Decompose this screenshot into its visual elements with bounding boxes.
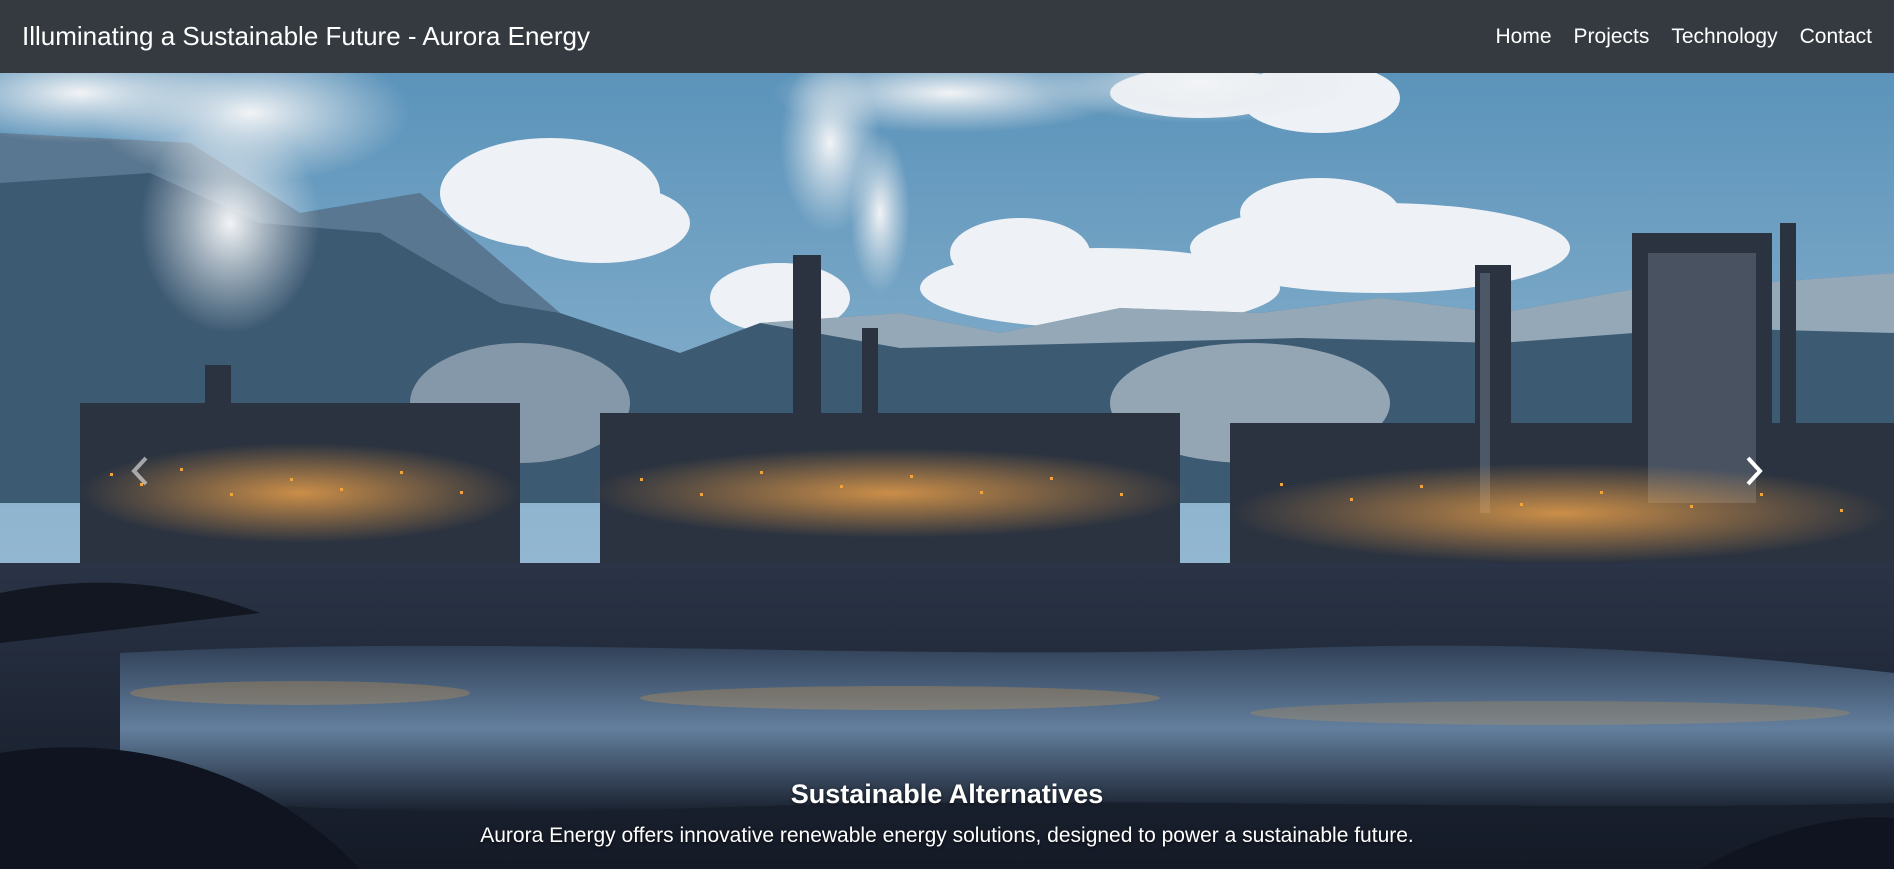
- chevron-left-icon: [131, 456, 148, 486]
- carousel-prev-button[interactable]: [0, 73, 280, 869]
- carousel-next-button[interactable]: [1614, 73, 1894, 869]
- chevron-right-icon: [1746, 456, 1763, 486]
- caption-text: Aurora Energy offers innovative renewabl…: [480, 824, 1414, 847]
- nav-link-technology[interactable]: Technology: [1671, 25, 1777, 49]
- carousel-caption: Sustainable Alternatives Aurora Energy o…: [0, 779, 1894, 848]
- nav-link-home[interactable]: Home: [1495, 25, 1551, 49]
- hero-image: [0, 73, 1894, 869]
- nav-links: Home Projects Technology Contact: [1495, 25, 1872, 49]
- nav-link-contact[interactable]: Contact: [1800, 25, 1872, 49]
- nav-link-projects[interactable]: Projects: [1574, 25, 1650, 49]
- caption-title: Sustainable Alternatives: [790, 779, 1104, 809]
- brand-title[interactable]: Illuminating a Sustainable Future - Auro…: [22, 21, 590, 52]
- hero-carousel: Sustainable Alternatives Aurora Energy o…: [0, 73, 1894, 869]
- top-navbar: Illuminating a Sustainable Future - Auro…: [0, 0, 1894, 73]
